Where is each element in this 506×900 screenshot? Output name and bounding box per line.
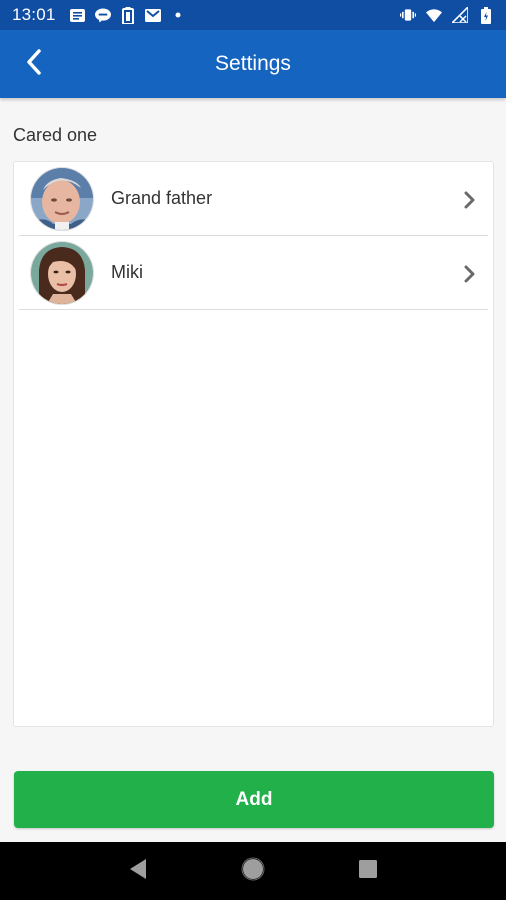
notification-icons (70, 6, 186, 24)
line-chat-icon (94, 7, 111, 23)
vibrate-icon (400, 8, 416, 22)
list-item-miki[interactable]: Miki (19, 236, 488, 310)
sms-icon (70, 8, 86, 22)
app-bar: Settings (0, 30, 506, 98)
list-item-grand-father[interactable]: Grand father (19, 162, 488, 236)
add-button[interactable]: Add (14, 771, 494, 828)
nav-back-button[interactable] (123, 856, 153, 886)
dot-icon (170, 8, 186, 22)
system-nav-bar (0, 842, 506, 900)
recents-square-icon (358, 859, 378, 884)
no-signal-icon (452, 7, 468, 23)
system-icons (400, 6, 494, 24)
status-bar: 13:01 (0, 0, 506, 30)
chevron-right-icon (464, 191, 476, 214)
avatar (31, 241, 93, 304)
section-label: Cared one (13, 125, 98, 145)
back-button[interactable] (14, 44, 54, 84)
avatar (31, 167, 93, 230)
nav-recents-button[interactable] (353, 856, 383, 886)
battery-icon (478, 6, 494, 24)
status-time: 13:01 (12, 5, 56, 24)
item-name: Miki (111, 262, 143, 282)
cared-ones-list: Grand father Miki (13, 161, 494, 727)
page-title: Settings (215, 52, 291, 75)
nav-home-button[interactable] (238, 856, 268, 886)
chevron-right-icon (464, 265, 476, 288)
gmail-icon (144, 8, 161, 22)
item-name: Grand father (111, 188, 213, 208)
back-triangle-icon (128, 858, 148, 885)
chevron-left-icon (24, 48, 44, 81)
home-circle-icon (241, 857, 265, 886)
battery-saver-icon (120, 6, 136, 24)
wifi-icon (426, 8, 442, 22)
